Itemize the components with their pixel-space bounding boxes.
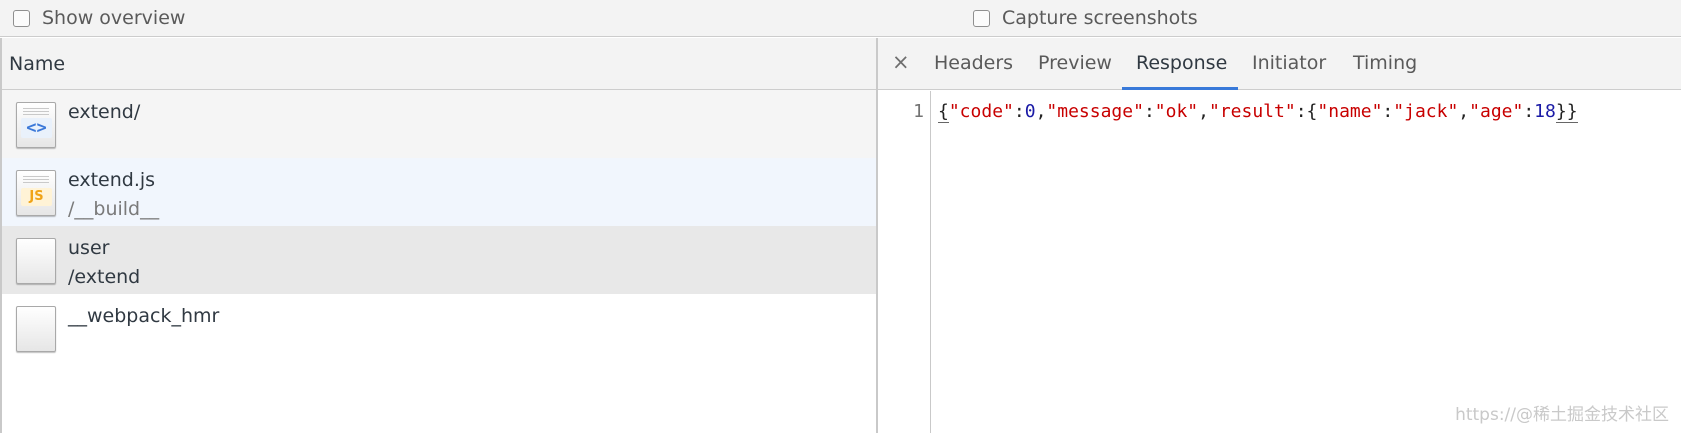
tab-headers[interactable]: Headers — [934, 52, 1013, 74]
request-row[interactable]: <> extend/ — [2, 90, 876, 158]
response-body[interactable]: {"code":0,"message":"ok","result":{"name… — [938, 101, 1578, 123]
tab-initiator[interactable]: Initiator — [1252, 52, 1326, 74]
tab-timing[interactable]: Timing — [1353, 52, 1417, 74]
watermark: https://@稀土掘金技术社区 — [1455, 405, 1669, 425]
close-icon[interactable]: × — [892, 50, 910, 74]
show-overview-option[interactable]: Show overview — [13, 7, 185, 29]
request-row-selected[interactable]: user /extend — [2, 226, 876, 294]
request-row[interactable]: JS extend.js /__build__ — [2, 158, 876, 226]
active-tab-indicator — [1122, 87, 1238, 90]
request-path: /extend — [68, 266, 141, 288]
request-name: extend.js — [68, 169, 156, 191]
line-number-gutter: 1 — [878, 91, 931, 433]
generic-file-icon — [16, 306, 56, 352]
request-name: __webpack_hmr — [68, 305, 220, 327]
details-tab-bar: × Headers Preview Response Initiator Tim… — [878, 38, 1681, 90]
request-path: /__build__ — [68, 198, 160, 220]
request-row[interactable]: __webpack_hmr — [2, 294, 876, 362]
show-overview-checkbox[interactable] — [13, 9, 30, 27]
request-details-panel: × Headers Preview Response Initiator Tim… — [878, 38, 1681, 433]
capture-screenshots-label: Capture screenshots — [1002, 7, 1198, 29]
generic-file-icon — [16, 238, 56, 284]
show-overview-label: Show overview — [42, 7, 186, 29]
request-name: user — [68, 237, 110, 259]
tab-preview[interactable]: Preview — [1038, 52, 1112, 74]
js-file-icon: JS — [16, 170, 56, 216]
request-name: extend/ — [68, 101, 141, 123]
capture-screenshots-checkbox[interactable] — [973, 9, 990, 27]
network-options-bar: Show overview Capture screenshots — [0, 0, 1681, 37]
name-column-header[interactable]: Name — [2, 38, 876, 90]
requests-panel: Name <> extend/ JS extend.js /__build__ … — [0, 38, 878, 433]
line-number: 1 — [913, 101, 924, 122]
html-file-icon: <> — [16, 102, 56, 148]
tab-response[interactable]: Response — [1136, 52, 1227, 74]
capture-screenshots-option[interactable]: Capture screenshots — [973, 7, 1198, 29]
